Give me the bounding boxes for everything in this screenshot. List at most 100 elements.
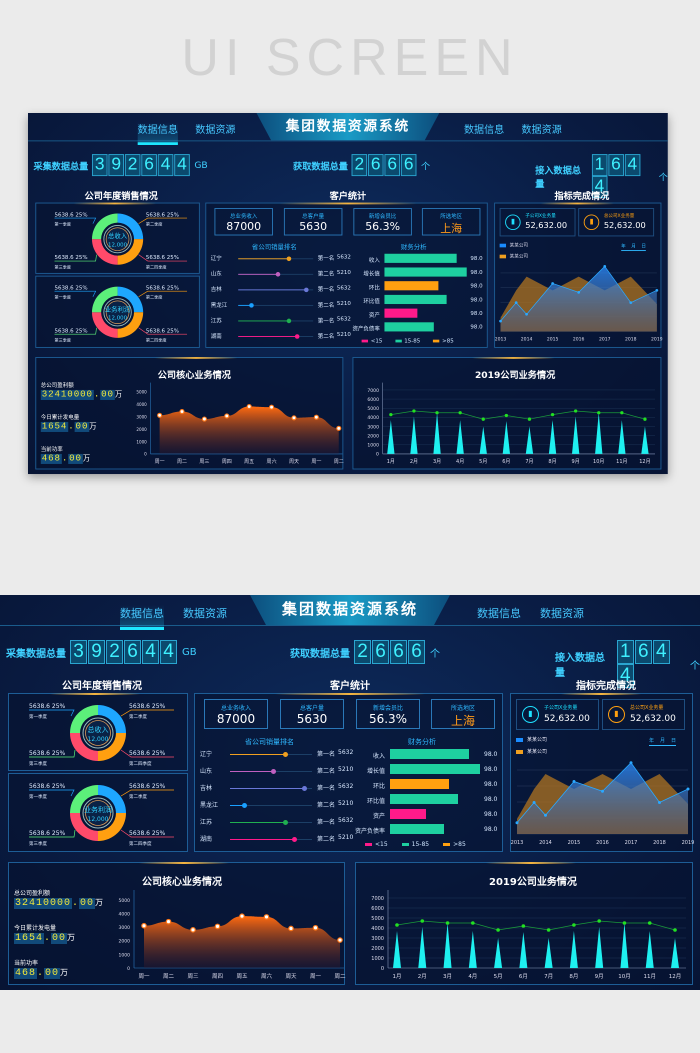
- ranking-dot[interactable]: [286, 318, 292, 324]
- data-point[interactable]: [597, 919, 601, 923]
- data-point[interactable]: [471, 921, 475, 925]
- data-point[interactable]: [499, 319, 502, 323]
- data-point[interactable]: [514, 301, 518, 305]
- data-point[interactable]: [179, 408, 185, 415]
- finance-bar[interactable]: [384, 308, 418, 318]
- period-tab-day[interactable]: 日: [671, 737, 676, 744]
- bar[interactable]: [433, 412, 441, 454]
- bar[interactable]: [618, 420, 626, 454]
- period-tab-day[interactable]: 日: [641, 243, 646, 249]
- data-point[interactable]: [263, 914, 270, 920]
- ranking-dot[interactable]: [249, 303, 254, 308]
- data-point[interactable]: [337, 937, 343, 943]
- ranking-dot[interactable]: [291, 837, 297, 842]
- data-point[interactable]: [527, 417, 532, 421]
- finance-bar[interactable]: [390, 764, 480, 774]
- data-point[interactable]: [572, 923, 576, 927]
- data-point[interactable]: [420, 919, 425, 923]
- period-tab-month[interactable]: 月: [660, 737, 665, 744]
- data-point[interactable]: [673, 928, 677, 932]
- bar[interactable]: [595, 927, 604, 968]
- finance-bar[interactable]: [390, 794, 459, 804]
- tab-data-info-right[interactable]: 数据信息: [477, 605, 521, 621]
- data-point[interactable]: [577, 291, 581, 294]
- stat-region[interactable]: 所选地区 上海: [431, 699, 495, 729]
- data-point[interactable]: [546, 928, 551, 932]
- data-point[interactable]: [574, 409, 578, 413]
- data-point[interactable]: [269, 404, 275, 410]
- bar[interactable]: [468, 931, 477, 968]
- bar[interactable]: [494, 938, 503, 968]
- data-point[interactable]: [157, 412, 163, 418]
- bar[interactable]: [548, 420, 557, 454]
- bar[interactable]: [671, 938, 679, 968]
- ranking-dot[interactable]: [270, 769, 276, 774]
- ranking-dot[interactable]: [301, 786, 307, 791]
- data-point[interactable]: [481, 417, 485, 421]
- bar[interactable]: [569, 931, 578, 968]
- data-point[interactable]: [445, 921, 450, 925]
- data-point[interactable]: [190, 927, 196, 933]
- data-point[interactable]: [389, 412, 393, 417]
- data-point[interactable]: [658, 801, 661, 804]
- data-point[interactable]: [629, 761, 633, 765]
- ranking-dot[interactable]: [241, 803, 247, 808]
- data-point[interactable]: [224, 413, 230, 419]
- data-point[interactable]: [336, 425, 342, 431]
- bar[interactable]: [525, 426, 534, 454]
- data-point[interactable]: [655, 288, 659, 292]
- period-tab-month[interactable]: 月: [631, 243, 636, 249]
- bar[interactable]: [645, 931, 654, 968]
- data-point[interactable]: [312, 924, 319, 931]
- data-point[interactable]: [525, 312, 528, 316]
- finance-bar[interactable]: [390, 809, 426, 819]
- data-point[interactable]: [395, 923, 399, 927]
- tab-data-resources-right[interactable]: 数据资源: [522, 122, 562, 137]
- data-point[interactable]: [201, 416, 207, 422]
- data-point[interactable]: [291, 415, 297, 421]
- data-point[interactable]: [603, 264, 607, 268]
- ranking-dot[interactable]: [275, 272, 280, 277]
- bar[interactable]: [418, 927, 427, 968]
- data-point[interactable]: [532, 801, 536, 804]
- ranking-dot[interactable]: [286, 256, 292, 262]
- data-point[interactable]: [601, 789, 604, 793]
- ranking-dot[interactable]: [294, 334, 300, 339]
- finance-bar[interactable]: [384, 322, 434, 332]
- bar[interactable]: [387, 420, 395, 454]
- data-point[interactable]: [550, 412, 555, 417]
- data-point[interactable]: [629, 301, 633, 305]
- bar[interactable]: [641, 426, 649, 454]
- tab-data-resources-right[interactable]: 数据资源: [540, 605, 584, 621]
- bar[interactable]: [519, 932, 528, 968]
- data-point[interactable]: [504, 413, 508, 418]
- data-point[interactable]: [620, 411, 624, 415]
- data-point[interactable]: [515, 821, 519, 825]
- data-point[interactable]: [551, 282, 555, 285]
- bar[interactable]: [595, 412, 603, 454]
- data-point[interactable]: [521, 924, 526, 928]
- period-tab-year[interactable]: 年: [621, 243, 626, 249]
- finance-bar[interactable]: [384, 294, 447, 305]
- data-point[interactable]: [572, 780, 576, 783]
- tab-data-info-right[interactable]: 数据信息: [464, 122, 504, 137]
- data-point[interactable]: [214, 923, 221, 930]
- finance-bar[interactable]: [384, 281, 438, 291]
- tab-data-resources[interactable]: 数据资源: [195, 122, 235, 137]
- ranking-dot[interactable]: [282, 820, 288, 825]
- finance-bar[interactable]: [384, 253, 457, 263]
- tab-data-info[interactable]: 数据信息: [137, 122, 178, 145]
- bar[interactable]: [620, 923, 629, 968]
- finance-bar[interactable]: [384, 267, 467, 277]
- bar[interactable]: [479, 426, 487, 454]
- data-point[interactable]: [686, 787, 690, 791]
- data-point[interactable]: [288, 925, 294, 932]
- bar[interactable]: [410, 416, 418, 454]
- data-point[interactable]: [643, 417, 647, 421]
- finance-bar[interactable]: [390, 824, 444, 834]
- tab-data-info[interactable]: 数据信息: [120, 605, 164, 630]
- data-point[interactable]: [544, 813, 547, 817]
- bar[interactable]: [443, 923, 452, 968]
- data-point[interactable]: [622, 921, 627, 925]
- period-tab-year[interactable]: 年: [649, 737, 654, 744]
